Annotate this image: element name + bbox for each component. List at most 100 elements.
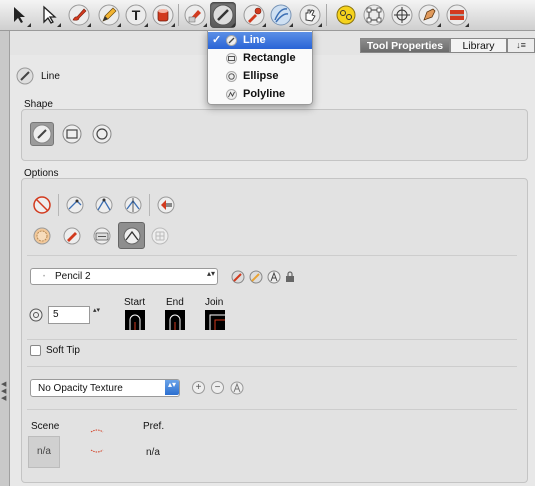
rename-texture-icon[interactable]	[229, 380, 244, 395]
options-divider	[27, 255, 517, 256]
drawing-pivot-button[interactable]	[333, 2, 359, 28]
rectangle-shape-icon	[62, 124, 82, 144]
pref-value: n/a	[146, 447, 160, 458]
stroke-preview-icon	[90, 449, 104, 453]
auto-fill-button[interactable]	[60, 224, 84, 248]
auto-fill-icon	[63, 227, 81, 245]
options-divider-3	[27, 366, 517, 367]
soft-tip-checkbox[interactable]	[30, 345, 41, 356]
ellipse-shape-icon	[226, 71, 237, 82]
opacity-texture-select[interactable]: No Opacity Texture ▴▾	[30, 379, 180, 397]
contour-editor-button[interactable]	[36, 2, 62, 28]
select-tool-icon	[14, 7, 25, 23]
create-color-art-button[interactable]	[154, 193, 178, 217]
stroke-tool-button[interactable]	[268, 2, 294, 28]
lock-icon[interactable]	[282, 269, 297, 284]
transform-tool-button[interactable]	[361, 2, 387, 28]
collapse-handle[interactable]: ◀ ◀ ◀	[1, 381, 8, 403]
paint-bucket-button[interactable]	[150, 2, 176, 28]
menu-item-rectangle[interactable]: Rectangle	[208, 50, 312, 67]
contour-editor-icon	[43, 5, 57, 24]
select-arrows-icon: ▴▾	[206, 269, 215, 278]
rename-pencil-icon[interactable]	[266, 269, 281, 284]
grid-snap-button[interactable]	[148, 224, 172, 248]
drawing-pivot-icon	[336, 5, 356, 25]
menu-item-polyline[interactable]: Polyline	[208, 86, 312, 103]
join-label: Join	[205, 297, 224, 308]
rectangle-shape-icon	[226, 53, 237, 64]
ellipse-shape-icon	[92, 124, 112, 144]
line-shape-icon	[226, 35, 237, 46]
shape-rectangle-button[interactable]	[60, 122, 84, 146]
tool-name-label: Line	[41, 71, 60, 82]
shape-ellipse-button[interactable]	[90, 122, 114, 146]
scene-value-box: n/a	[28, 436, 60, 468]
auto-flatten-button[interactable]	[30, 224, 54, 248]
transform-tool-icon	[363, 4, 385, 26]
menu-item-line[interactable]: ✓ Line	[208, 32, 312, 49]
snap-to-contour-button[interactable]	[63, 193, 87, 217]
add-texture-button[interactable]: +	[192, 381, 205, 394]
end-cap-picker[interactable]	[165, 310, 185, 330]
camera-tool-button[interactable]	[444, 2, 470, 28]
start-cap-label: Start	[124, 297, 146, 308]
scene-label: Scene	[31, 421, 60, 432]
snap-align-icon	[124, 196, 142, 214]
snap-to-vertex-button[interactable]	[92, 193, 116, 217]
tape-icon	[93, 227, 111, 245]
end-cap-label: End	[166, 297, 184, 308]
start-cap-picker[interactable]	[125, 310, 145, 330]
tab-tool-properties[interactable]: Tool Properties	[360, 38, 450, 53]
new-pencil-preset-icon[interactable]	[248, 269, 263, 284]
shape-line-button[interactable]	[30, 122, 54, 146]
paint-tool-button[interactable]	[182, 2, 208, 28]
pencil-preset-select[interactable]: • Pencil 2 ▴▾	[30, 268, 218, 285]
select-tool-button[interactable]	[6, 2, 32, 28]
pencil-preset-value: Pencil 2	[55, 271, 91, 282]
size-input[interactable]: 5	[48, 306, 90, 324]
cutter-tool-icon	[391, 4, 413, 26]
soft-tip-label: Soft Tip	[46, 345, 80, 356]
bezier-mode-button[interactable]	[118, 222, 145, 249]
stroke-preview-icon	[90, 429, 104, 433]
pen-tool-button[interactable]	[416, 2, 442, 28]
color-art-icon	[157, 196, 175, 214]
auto-close-gap-button[interactable]	[30, 193, 54, 217]
options-divider-2	[27, 339, 517, 340]
opacity-texture-value: No Opacity Texture	[38, 383, 123, 394]
options-divider-4	[27, 409, 517, 410]
svg-text:T: T	[132, 7, 141, 23]
checkmark-icon: ✓	[212, 34, 222, 46]
polyline-shape-icon	[226, 89, 237, 100]
shape-dropdown-menu: ✓ Line Rectangle Ellipse Polyline	[207, 30, 313, 105]
line-shape-icon	[16, 67, 34, 85]
snap-contour-icon	[66, 196, 84, 214]
menu-item-ellipse[interactable]: Ellipse	[208, 68, 312, 85]
no-fill-icon	[33, 196, 51, 214]
pencil-tool-button[interactable]	[96, 2, 122, 28]
auto-create-color-art-button[interactable]	[90, 224, 114, 248]
tool-toolbar: T	[0, 0, 535, 31]
select-arrows-icon: ▴▾	[165, 380, 179, 395]
size-icon	[29, 308, 43, 322]
shape-tool-button[interactable]	[210, 2, 236, 28]
bezier-icon	[123, 227, 140, 244]
eyedropper-button[interactable]	[241, 2, 267, 28]
size-stepper[interactable]: ▴▾	[93, 307, 100, 314]
cutter-tool-button[interactable]	[389, 2, 415, 28]
pencil-preset-options-icon[interactable]	[230, 269, 245, 284]
snap-and-align-button[interactable]	[121, 193, 145, 217]
tab-library[interactable]: Library	[450, 38, 507, 53]
remove-texture-button[interactable]: −	[211, 381, 224, 394]
join-picker[interactable]	[205, 310, 225, 330]
text-tool-button[interactable]: T	[123, 2, 149, 28]
grid-icon	[151, 227, 169, 245]
hand-tool-button[interactable]	[297, 2, 323, 28]
panel-gutter: ◀ ◀ ◀	[0, 31, 10, 486]
snap-vertex-icon	[95, 196, 113, 214]
line-shape-icon	[32, 124, 52, 144]
flatten-icon	[33, 227, 51, 245]
panel-menu-button[interactable]: ↓≡	[507, 38, 535, 53]
brush-tool-button[interactable]	[66, 2, 92, 28]
pref-label: Pref.	[143, 421, 165, 432]
